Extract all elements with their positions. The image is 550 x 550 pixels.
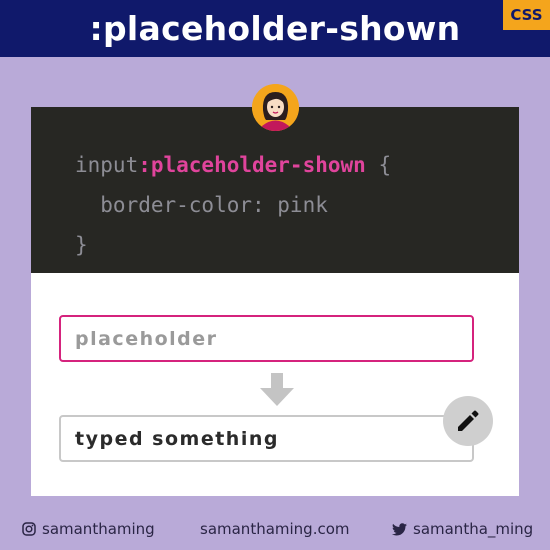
instagram-label: samanthaming	[42, 520, 155, 538]
code-panel: input:placeholder-shown { border-color: …	[31, 107, 519, 273]
twitter-icon	[392, 522, 407, 535]
down-arrow-icon	[260, 373, 294, 406]
code-line-3: }	[75, 233, 88, 257]
instagram-icon	[22, 522, 36, 536]
placeholder-input[interactable]: placeholder	[59, 315, 474, 362]
pencil-icon	[458, 410, 479, 431]
edit-button[interactable]	[443, 396, 493, 446]
code-line-1: input:placeholder-shown {	[75, 145, 391, 185]
code-brace-open: {	[365, 153, 392, 177]
header-bar: :placeholder-shown	[0, 0, 550, 57]
avatar-illustration	[252, 84, 299, 131]
code-block: input:placeholder-shown { border-color: …	[75, 145, 391, 265]
twitter-label: samantha_ming	[413, 520, 534, 538]
page-title: :placeholder-shown	[89, 9, 461, 48]
footer: samanthaming samanthaming.com samantha_m…	[0, 510, 550, 550]
twitter-handle[interactable]: samantha_ming	[392, 520, 533, 538]
code-element: input	[75, 153, 139, 177]
code-selector: :placeholder-shown	[138, 153, 366, 177]
website-label: samanthaming.com	[200, 520, 350, 538]
website-link[interactable]: samanthaming.com	[200, 520, 350, 538]
avatar	[252, 84, 299, 131]
instagram-handle[interactable]: samanthaming	[22, 520, 155, 538]
code-line-2: border-color: pink	[75, 193, 328, 217]
css-badge: CSS	[503, 0, 550, 30]
typed-input[interactable]: typed something	[59, 415, 474, 462]
